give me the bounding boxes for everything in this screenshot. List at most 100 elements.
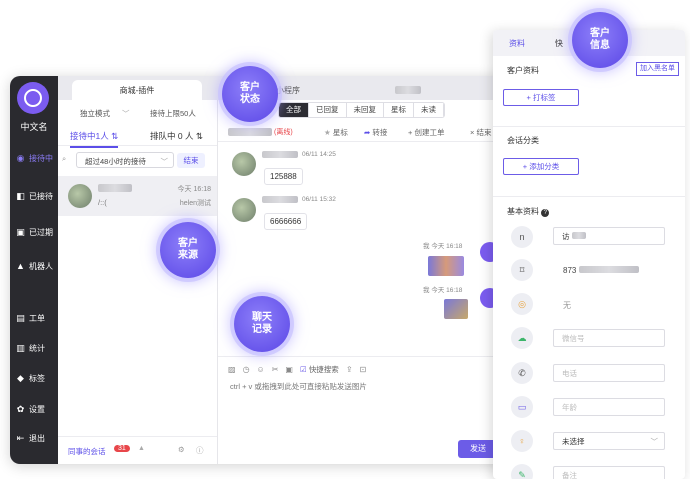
sidebar-item-served[interactable]: ◧ 已接待 — [10, 186, 58, 206]
location-value: 无 — [563, 301, 571, 310]
conversation-time: 今天 16:18 — [177, 186, 211, 193]
remark-field[interactable]: 备注 — [553, 466, 665, 479]
message-bubble: 6666666 — [264, 213, 308, 230]
customer-profile-title: 客户资料 — [507, 66, 539, 75]
sidebar: 中文名 ◉ 接待中 ◧ 已接待 ▣ 已过期 ▲ 机器人 ▤ 工单 ▥ 统计 ◆ 标签 ✿ 设置 … — [10, 76, 58, 464]
end-button[interactable]: 结束 — [177, 153, 205, 168]
tab-blurred[interactable] — [378, 80, 438, 100]
search-icon[interactable]: ⌕ — [62, 154, 66, 164]
share-icon: ➦ — [364, 128, 371, 137]
sidebar-item-settings[interactable]: ✿ 设置 — [10, 399, 58, 419]
basic-info-title: 基本资料 ? — [507, 206, 550, 217]
status-filter: 全部 已回复 未回复 星标 未读 — [278, 102, 445, 118]
blacklist-button[interactable]: 加入黑名单 — [636, 62, 679, 76]
image-icon[interactable]: ▨ — [228, 365, 236, 374]
self-message-meta: 我 今天 16:18 — [423, 243, 463, 250]
create-ticket-button[interactable]: + 创建工单 — [408, 127, 444, 138]
visitor-name — [98, 184, 132, 192]
star-button[interactable]: ★ 星标 — [324, 127, 348, 138]
emoji-icon[interactable]: ☺ — [257, 365, 265, 374]
star-icon: ★ — [324, 128, 331, 137]
message-bubble: 125888 — [264, 168, 303, 185]
add-category-button[interactable]: + 添加分类 — [503, 158, 579, 175]
end-chat-button[interactable]: × 结束 — [470, 127, 491, 138]
location-icon: ◎ — [511, 293, 533, 315]
image-message[interactable] — [444, 299, 468, 319]
tag-icon: ◆ — [17, 372, 24, 383]
tab-serving[interactable]: 接待中1人 ⇅ — [70, 130, 119, 148]
mode-row: 独立模式 ﹀ 接待上限50人 — [58, 104, 217, 122]
stats-icon: ▥ — [16, 342, 25, 353]
colleague-conversations[interactable]: 同事的会话 31 ▲ ⚙ ⓘ — [58, 436, 217, 464]
help-icon[interactable]: ⓘ — [196, 445, 204, 456]
tab-profile[interactable]: 资料 — [509, 38, 525, 49]
visitor-id: 873 — [563, 266, 639, 275]
gear-icon: ✿ — [16, 403, 25, 414]
sidebar-item-robot[interactable]: ▲ 机器人 — [10, 256, 58, 276]
visitor-avatar — [232, 198, 256, 222]
send-button[interactable]: 发送 — [458, 440, 498, 458]
conversation-item[interactable]: /::( 今天 16:18 helen测试 — [58, 176, 217, 216]
filter-unread[interactable]: 未读 — [414, 103, 444, 117]
chat-header: (离线) ★ 星标 ➦ 转接 + 创建工单 × 结束 — [218, 122, 530, 142]
message-time: 06/11 14:25 — [302, 151, 336, 158]
transfer-button[interactable]: ➦ 转接 — [364, 127, 387, 138]
callout-customer-source: 客户 来源 — [160, 222, 216, 278]
mode-select[interactable]: 独立模式 — [80, 108, 110, 119]
wechat-field[interactable]: 微信号 — [553, 329, 665, 347]
filter-all[interactable]: 全部 — [279, 103, 309, 117]
visitor-name — [228, 128, 272, 136]
clock-icon[interactable]: ◷ — [243, 365, 250, 374]
limit-select[interactable]: 接待上限50人 — [150, 108, 196, 119]
app-window: 中文名 ◉ 接待中 ◧ 已接待 ▣ 已过期 ▲ 机器人 ▤ 工单 ▥ 统计 ◆ 标签 ✿ 设置 … — [10, 76, 530, 464]
filter-select[interactable]: 超过48小时的接待 ﹀ — [76, 152, 174, 168]
callout-customer-status: 客户 状态 — [222, 66, 278, 122]
customer-info-panel: 资料 快 客户资料 加入黑名单 + 打标签 会话分类 + 添加分类 基本资料 ?… — [493, 30, 685, 479]
sidebar-item-tags[interactable]: ◆ 标签 — [10, 368, 58, 388]
sidebar-item-serving[interactable]: ◉ 接待中 — [10, 148, 58, 168]
filter-starred[interactable]: 星标 — [384, 103, 414, 117]
upload-icon[interactable]: ⇪ — [346, 365, 353, 374]
wechat-icon: ☁ — [511, 327, 533, 349]
sidebar-item-expired[interactable]: ▣ 已过期 — [10, 222, 58, 242]
filter-row: ⌕ 超过48小时的接待 ﹀ 结束 — [62, 152, 213, 170]
name-icon: n — [511, 226, 533, 248]
gender-select[interactable]: 未选择 ﹀ — [553, 432, 665, 450]
paste-hint: ctrl + v 或拖拽到此处可直接粘贴发送图片 — [230, 382, 367, 391]
tab-shop-plugin[interactable]: 商城-插件 — [72, 80, 202, 100]
image-message[interactable] — [428, 256, 464, 276]
app-logo — [17, 82, 49, 114]
filter-unreplied[interactable]: 未回复 — [346, 103, 384, 117]
add-tag-button[interactable]: + 打标签 — [503, 89, 579, 106]
tab-queue[interactable]: 排队中 0 人 ⇅ — [150, 130, 203, 142]
callout-customer-info: 客户 信息 — [572, 12, 628, 68]
age-field[interactable]: 年龄 — [553, 398, 665, 416]
list-tabs: 接待中1人 ⇅ 排队中 0 人 ⇅ — [58, 126, 217, 148]
user-name: 中文名 — [20, 122, 48, 132]
phone-icon: ✆ — [511, 362, 533, 384]
exit-icon: ⇤ — [16, 432, 25, 443]
quick-search-toggle[interactable]: ☑ 快捷搜索 — [300, 364, 339, 375]
composer-toolbar: ▨ ◷ ☺ ✂ ▣ ☑ 快捷搜索 ⇪ ⊡ — [228, 362, 530, 376]
age-icon: ▭ — [511, 396, 533, 418]
sidebar-item-ticket[interactable]: ▤ 工单 — [10, 308, 58, 328]
help-icon: ? — [541, 209, 550, 217]
chat-bubbles-icon: ◉ — [16, 152, 25, 163]
colleague-count-badge: 31 — [114, 445, 130, 452]
tab-quick[interactable]: 快 — [555, 38, 563, 49]
sidebar-item-stats[interactable]: ▥ 统计 — [10, 338, 58, 358]
id-icon: ⌑ — [511, 259, 533, 281]
settings-icon[interactable]: ⚙ — [178, 445, 185, 454]
sidebar-item-exit[interactable]: ⇤ 退出 — [10, 428, 58, 448]
robot-icon: ▲ — [16, 261, 25, 271]
name-field[interactable]: 访 — [553, 227, 665, 245]
window-tabs: 商城-插件 小程序 — [58, 76, 530, 100]
visitor-avatar — [232, 152, 256, 176]
inbox-icon[interactable]: ⊡ — [360, 365, 367, 374]
filter-replied[interactable]: 已回复 — [309, 103, 347, 117]
file-icon[interactable]: ▣ — [285, 365, 293, 374]
scissors-icon[interactable]: ✂ — [272, 365, 279, 374]
phone-field[interactable]: 电话 — [553, 364, 665, 382]
caret-up-icon: ▲ — [138, 445, 145, 452]
category-title: 会话分类 — [507, 136, 539, 145]
